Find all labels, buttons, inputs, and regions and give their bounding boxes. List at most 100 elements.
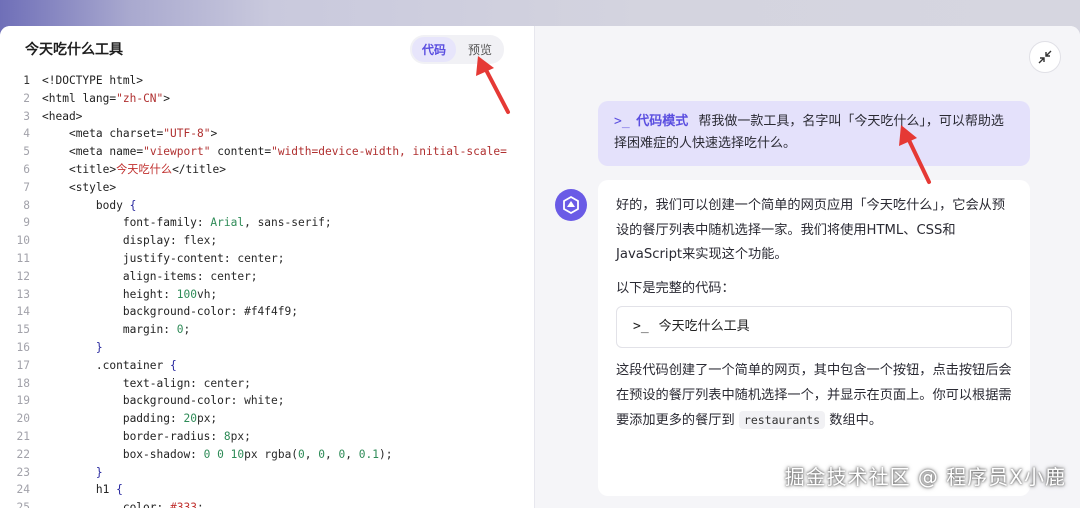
code-text: align-items: center; [122, 269, 258, 283]
line-number: 25 [16, 501, 30, 508]
tab-code[interactable]: 代码 [411, 36, 456, 62]
code-artifact-card[interactable]: >_ 今天吃什么工具 [616, 306, 1012, 348]
line-number: 10 [16, 234, 30, 248]
code-text: <head> [42, 109, 83, 123]
line-number: 15 [16, 323, 30, 337]
code-line: 19 background-color: white; [0, 392, 534, 410]
code-line: 20 padding: 20px; [0, 410, 534, 428]
code-line: 17 .container { [0, 357, 534, 375]
code-line: 23 } [0, 464, 534, 482]
watermark: 掘金技术社区 @ 程序员X小鹿 [784, 465, 1066, 489]
line-number: 12 [16, 269, 30, 283]
code-line: 16 } [0, 339, 534, 357]
code-text: h1 { [95, 483, 123, 497]
code-line: 25 color: #333; [0, 499, 534, 508]
line-number: 1 [23, 74, 30, 87]
code-artifact-title: 今天吃什么工具 [658, 318, 750, 334]
reply-paragraph: 以下是完整的代码： [616, 280, 735, 296]
assistant-avatar [555, 189, 587, 221]
code-editor[interactable]: 1 <!DOCTYPE html> 2 <html lang="zh-CN"> 3 <he… [0, 72, 534, 508]
assistant-logo-icon [563, 195, 579, 215]
code-line: 24 h1 { [0, 481, 534, 499]
line-number: 5 [23, 145, 30, 159]
code-panel-title: 今天吃什么工具 [25, 42, 123, 58]
line-number: 7 [23, 180, 30, 194]
code-line: 21 border-radius: 8px; [0, 428, 534, 446]
code-text: text-align: center; [122, 376, 251, 390]
code-line: 22 box-shadow: 0 0 10px rgba(0, 0, 0, 0.… [0, 446, 534, 464]
code-text: } [95, 340, 103, 354]
code-text: .container { [95, 358, 177, 372]
line-number: 20 [16, 412, 30, 426]
code-text: body { [95, 198, 137, 212]
tab-preview[interactable]: 预览 [458, 37, 502, 62]
line-number: 4 [23, 127, 30, 141]
code-text: <!DOCTYPE html> [42, 74, 144, 87]
code-text: <html lang="zh-CN"> [42, 91, 171, 105]
chat-panel: >_ 代码模式 帮我做一款工具，名字叫「今天吃什么」，可以帮助选择困难症的人快速… [535, 26, 1080, 508]
line-number: 14 [16, 305, 30, 319]
code-panel: 今天吃什么工具 代码 预览 1 <!DOCTYPE html> 2 <html lan… [0, 26, 535, 508]
code-text: border-radius: 8px; [122, 429, 251, 443]
code-text: padding: 20px; [122, 412, 218, 426]
line-number: 19 [16, 394, 30, 408]
line-number: 21 [16, 429, 30, 443]
code-text: font-family: Arial, sans-serif; [122, 216, 332, 230]
code-line: 14 background-color: #f4f4f9; [0, 303, 534, 321]
code-line: 15 margin: 0; [0, 321, 534, 339]
code-line: 7 <style> [0, 179, 534, 197]
code-text: <title>今天吃什么</title> [68, 162, 226, 176]
code-line: 1 <!DOCTYPE html> [0, 72, 534, 90]
code-text: background-color: white; [122, 394, 285, 408]
line-number: 8 [23, 198, 30, 212]
code-line: 4 <meta charset="UTF-8"> [0, 125, 534, 143]
user-message: >_ 代码模式 帮我做一款工具，名字叫「今天吃什么」，可以帮助选择困难症的人快速… [598, 101, 1030, 166]
collapse-button[interactable] [1029, 41, 1061, 73]
line-number: 24 [16, 483, 30, 497]
code-text: <meta name="viewport" content="width=dev… [68, 145, 507, 159]
code-text: background-color: #f4f4f9; [122, 305, 298, 319]
code-line: 2 <html lang="zh-CN"> [0, 90, 534, 108]
code-text: display: flex; [122, 234, 218, 248]
collapse-icon [1038, 50, 1052, 64]
line-number: 11 [16, 251, 30, 265]
code-line: 8 body { [0, 197, 534, 215]
app-window: 今天吃什么工具 代码 预览 1 <!DOCTYPE html> 2 <html lan… [0, 26, 1080, 508]
code-header: 今天吃什么工具 代码 预览 [0, 26, 534, 72]
view-toggle: 代码 预览 [409, 34, 504, 64]
code-line: 5 <meta name="viewport" content="width=d… [0, 143, 534, 161]
code-line: 12 align-items: center; [0, 268, 534, 286]
code-text: margin: 0; [122, 323, 191, 337]
code-text: <meta charset="UTF-8"> [68, 127, 218, 141]
line-number: 17 [16, 358, 30, 372]
assistant-message: 好的，我们可以创建一个简单的网页应用「今天吃什么」，它会从预设的餐厅列表中随机选… [598, 180, 1030, 496]
code-line: 11 justify-content: center; [0, 250, 534, 268]
code-line: 10 display: flex; [0, 232, 534, 250]
line-number: 6 [23, 162, 30, 176]
code-text: box-shadow: 0 0 10px rgba(0, 0, 0, 0.1); [122, 447, 393, 461]
reply-paragraph: 好的，我们可以创建一个简单的网页应用「今天吃什么」，它会从预设的餐厅列表中随机选… [616, 198, 1006, 262]
terminal-icon: >_ [614, 114, 630, 129]
code-line: 9 font-family: Arial, sans-serif; [0, 214, 534, 232]
terminal-icon: >_ [633, 318, 649, 334]
code-line: 18 text-align: center; [0, 375, 534, 393]
code-line: 13 height: 100vh; [0, 286, 534, 304]
line-number: 3 [23, 109, 30, 123]
line-number: 2 [23, 91, 30, 105]
line-number: 22 [16, 447, 30, 461]
line-number: 23 [16, 465, 30, 479]
line-number: 16 [16, 340, 30, 354]
reply-paragraph: 这段代码创建了一个简单的网页，其中包含一个按钮，点击按钮后会在预设的餐厅列表中随… [616, 363, 1012, 429]
code-line: 6 <title>今天吃什么</title> [0, 161, 534, 179]
line-number: 9 [23, 216, 30, 230]
code-line: 3 <head> [0, 108, 534, 126]
code-text: height: 100vh; [122, 287, 218, 301]
code-mode-tag: >_ 代码模式 [614, 114, 689, 129]
code-text: <style> [68, 180, 117, 194]
inline-code: restaurants [738, 411, 826, 429]
line-number: 18 [16, 376, 30, 390]
code-text: color: #333; [122, 501, 204, 508]
code-text: } [95, 465, 103, 479]
code-text: justify-content: center; [122, 251, 285, 265]
line-number: 13 [16, 287, 30, 301]
